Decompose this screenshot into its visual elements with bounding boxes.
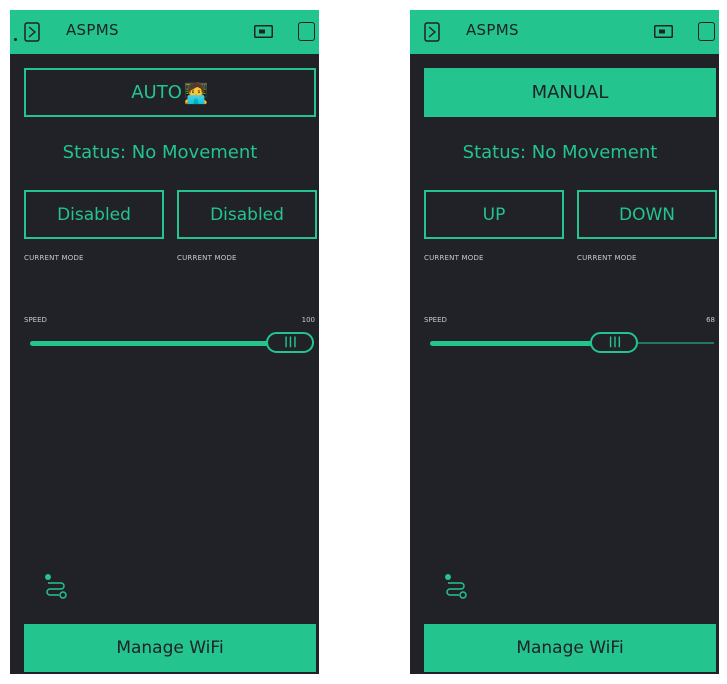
right-button-caption: CURRENT MODE [177, 254, 237, 262]
left-button-caption: CURRENT MODE [424, 254, 484, 262]
app-screen-auto: ASPMS AUTO 🧑‍💻 Status: No Movement Disab… [10, 10, 319, 674]
mode-button-label: MANUAL [531, 82, 609, 103]
app-title: ASPMS [466, 21, 519, 39]
speed-label: SPEED [424, 316, 447, 324]
knob-grip-icon: ┃┃┃ [283, 337, 297, 348]
mode-button[interactable]: MANUAL [424, 68, 716, 117]
slider-fill [30, 341, 290, 346]
status-text: Status: No Movement [62, 142, 258, 163]
knob-grip-icon: ┃┃┃ [607, 337, 622, 348]
slider-knob[interactable]: ┃┃┃ [590, 332, 639, 353]
speed-value: 68 [706, 316, 715, 324]
speed-value: 100 [301, 316, 315, 324]
right-button-caption: CURRENT MODE [577, 254, 637, 262]
manage-wifi-button[interactable]: Manage WiFi [24, 624, 316, 672]
app-title: ASPMS [66, 21, 119, 39]
left-button-caption: CURRENT MODE [24, 254, 84, 262]
right-control-button[interactable]: Disabled [177, 190, 317, 239]
speed-slider[interactable]: ┃┃┃ [430, 332, 714, 354]
app-screen-manual: ASPMS MANUAL Status: No Movement UP DOWN… [410, 10, 719, 674]
status-dot [14, 38, 17, 41]
slider-fill [430, 341, 615, 346]
speed-label: SPEED [24, 316, 47, 324]
square-icon[interactable] [298, 22, 315, 41]
device-tile-icon[interactable] [254, 25, 273, 38]
status-text: Status: No Movement [462, 142, 658, 163]
app-header: ASPMS [410, 10, 719, 54]
device-frame-icon[interactable] [24, 22, 40, 42]
device-tile-icon[interactable] [654, 25, 673, 38]
device-frame-icon[interactable] [424, 22, 440, 42]
app-header: ASPMS [10, 10, 319, 54]
technologist-icon: 🧑‍💻 [183, 80, 209, 105]
mode-button[interactable]: AUTO 🧑‍💻 [24, 68, 316, 117]
route-icon[interactable] [44, 573, 68, 601]
down-button[interactable]: DOWN [577, 190, 717, 239]
route-icon[interactable] [444, 573, 468, 601]
up-button[interactable]: UP [424, 190, 564, 239]
left-control-button[interactable]: Disabled [24, 190, 164, 239]
slider-knob[interactable]: ┃┃┃ [266, 332, 314, 353]
mode-button-label: AUTO [131, 82, 182, 103]
speed-slider[interactable]: ┃┃┃ [30, 332, 314, 354]
manage-wifi-button[interactable]: Manage WiFi [424, 624, 716, 672]
square-icon[interactable] [698, 22, 715, 41]
